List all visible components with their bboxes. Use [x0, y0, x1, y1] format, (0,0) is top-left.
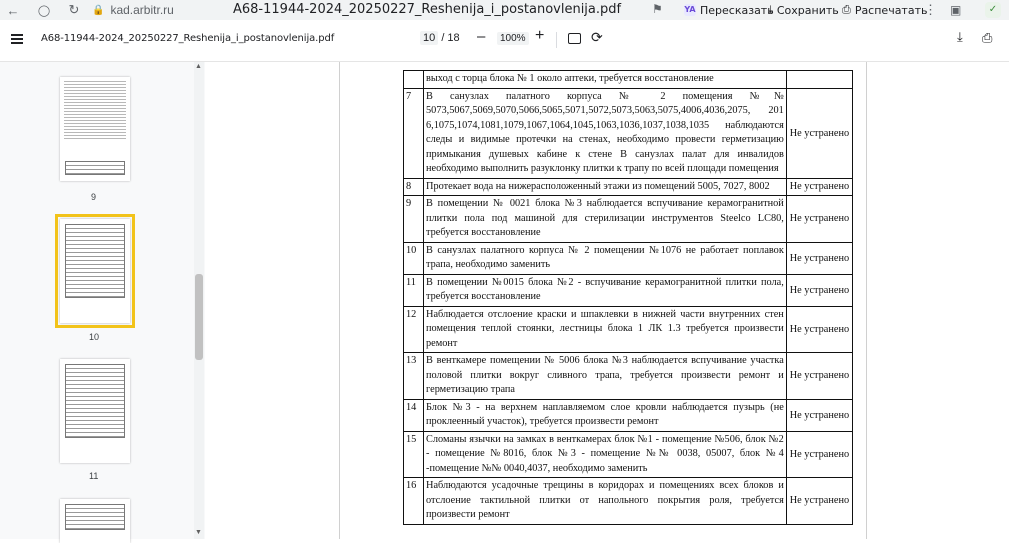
zoom-in-icon[interactable]: + [535, 27, 544, 45]
download-pdf-icon[interactable]: ⤓ [957, 29, 963, 45]
table-row: 16 Наблюдаются усадочные трещины в коридо… [402, 477, 854, 525]
page-number-input[interactable]: 10 [420, 31, 439, 45]
row-description: В санузлах палатного корпуса № 2 помещен… [423, 87, 787, 179]
thumbnail-table [65, 161, 125, 175]
row-status: Не устранено [785, 177, 854, 196]
page-indicator: 10 / 18 [420, 31, 460, 45]
row-description: В помещении №0015 блока №2 - вспучивание… [423, 273, 787, 307]
zoom-level-input[interactable]: 100% [497, 32, 529, 45]
row-number: 11 [402, 273, 425, 307]
row-description: Сломаны язычки на замках в венткамерах б… [423, 430, 787, 478]
save-button[interactable]: ⤓ Сохранить [768, 0, 839, 20]
pdf-page: выход с торца блока № 1 около аптеки, тр… [339, 62, 867, 539]
row-status: Не устранено [785, 305, 854, 353]
scroll-up-icon[interactable]: ▲ [195, 63, 202, 70]
lock-icon: 🔒 [92, 4, 105, 16]
row-description: Наблюдаются усадочные трещины в коридора… [423, 477, 787, 525]
row-status: Не устранено [785, 477, 854, 525]
reload-icon[interactable]: ↻ [62, 0, 86, 20]
extension-icon[interactable]: ▣ [950, 3, 961, 17]
row-number [402, 70, 425, 89]
save-label: Сохранить [776, 3, 839, 17]
bookmark-icon[interactable]: ⚑ [652, 2, 663, 16]
row-status: Не устранено [785, 273, 854, 307]
row-status: Не устранено [785, 352, 854, 400]
thumbnail-label: 9 [91, 192, 97, 202]
pdf-viewer[interactable]: выход с торца блока № 1 около аптеки, тр… [205, 62, 1009, 539]
row-description: Протекает вода на нижерасположенный этаж… [423, 177, 787, 196]
row-number: 14 [402, 398, 425, 432]
row-status: Не устранено [785, 87, 854, 179]
print-pdf-icon[interactable]: ⎙ [982, 30, 992, 46]
row-number: 12 [402, 305, 425, 353]
profile-extension-icon[interactable]: ✓ [985, 2, 1001, 18]
back-icon[interactable]: ← [1, 0, 25, 20]
row-description: В санузлах палатного корпуса № 2 помещен… [423, 241, 787, 275]
thumbnail-sidebar: 9 10 11 [0, 62, 205, 543]
row-description: Блок №3 - на верхнем наплавляемом слое к… [423, 398, 787, 432]
table-row: 13 В венткамере помещении № 5006 блока №3… [402, 352, 854, 400]
summarize-icon: YA [684, 4, 696, 16]
table-row: 7В санузлах палатного корпуса № 2 помеще… [402, 87, 854, 179]
page-thumbnail-active[interactable] [55, 214, 135, 328]
page-thumbnail[interactable] [60, 499, 130, 543]
thumbnail-label: 11 [89, 471, 99, 481]
thumbnail-label: 10 [89, 332, 100, 342]
row-status: Не устранено [785, 430, 854, 478]
address-bar[interactable]: 🔒 kad.arbitr.ru [92, 0, 174, 20]
thumbnail-text [64, 81, 126, 141]
yandex-home-icon[interactable]: ◯ [32, 0, 56, 20]
row-number: 16 [402, 477, 425, 525]
row-description: Наблюдается отслоение краски и шпаклевки… [423, 305, 787, 353]
print-button[interactable]: ⎙ Распечатать [842, 0, 927, 20]
table-row: 15 Сломаны язычки на замках в венткамерах… [402, 430, 854, 478]
page-thumbnail[interactable] [60, 77, 130, 181]
row-number: 8 [402, 177, 425, 196]
fit-page-icon[interactable] [568, 33, 581, 44]
table-row: 14 Блок №3 - на верхнем наплавляемом слое… [402, 398, 854, 432]
printer-icon: ⎙ [842, 3, 851, 16]
row-number: 9 [402, 195, 425, 243]
row-number: 15 [402, 430, 425, 478]
table-row: 8 Протекает вода на нижерасположенный эта… [402, 177, 854, 196]
row-description: В венткамере помещении № 5006 блока №3 н… [423, 352, 787, 400]
summarize-button[interactable]: YA Пересказать [684, 0, 774, 20]
row-status [785, 70, 854, 89]
row-description: выход с торца блока № 1 около аптеки, тр… [423, 70, 787, 89]
page-total: / 18 [441, 32, 460, 44]
table-row: 9В помещении № 0021 блока №3 наблюдается… [402, 195, 854, 243]
zoom-out-icon[interactable]: – [477, 28, 485, 45]
table-row: 11 В помещении №0015 блока №2 - вспучиван… [402, 273, 854, 307]
sidebar-scrollbar-thumb[interactable] [195, 274, 203, 360]
table-row: выход с торца блока № 1 около аптеки, тр… [402, 70, 854, 89]
print-label: Распечатать [854, 3, 928, 17]
rotate-icon[interactable]: ⟳ [591, 29, 603, 46]
download-icon: ⤓ [768, 3, 773, 16]
more-icon[interactable]: ⋮ [924, 0, 937, 20]
browser-toolbar: ← ◯ ↻ 🔒 kad.arbitr.ru A68-11944-2024_202… [0, 0, 1009, 20]
scroll-down-icon[interactable]: ▼ [195, 529, 202, 536]
summarize-label: Пересказать [700, 3, 774, 17]
tab-title: A68-11944-2024_20250227_Reshenija_i_post… [233, 2, 622, 17]
row-description: В помещении № 0021 блока №3 наблюдается … [423, 195, 787, 243]
row-number: 10 [402, 241, 425, 275]
thumbnail-table [65, 224, 125, 298]
defects-table: выход с торца блока № 1 около аптеки, тр… [402, 70, 854, 525]
thumbnail-table [65, 364, 125, 438]
toolbar-divider [556, 32, 557, 48]
page-thumbnail[interactable] [60, 359, 130, 463]
row-status: Не устранено [785, 398, 854, 432]
table-row: 10 В санузлах палатного корпуса № 2 помещ… [402, 241, 854, 275]
pdf-file-name: A68-11944-2024_20250227_Reshenija_i_post… [41, 33, 335, 44]
row-number: 7 [402, 87, 425, 179]
row-number: 13 [402, 352, 425, 400]
row-status: Не устранено [785, 195, 854, 243]
menu-icon[interactable] [11, 34, 23, 44]
row-status: Не устранено [785, 241, 854, 275]
address-domain: kad.arbitr.ru [110, 3, 174, 17]
pdf-toolbar: A68-11944-2024_20250227_Reshenija_i_post… [0, 20, 1009, 62]
table-row: 12 Наблюдается отслоение краски и шпаклев… [402, 305, 854, 353]
thumbnail-table [65, 504, 125, 530]
